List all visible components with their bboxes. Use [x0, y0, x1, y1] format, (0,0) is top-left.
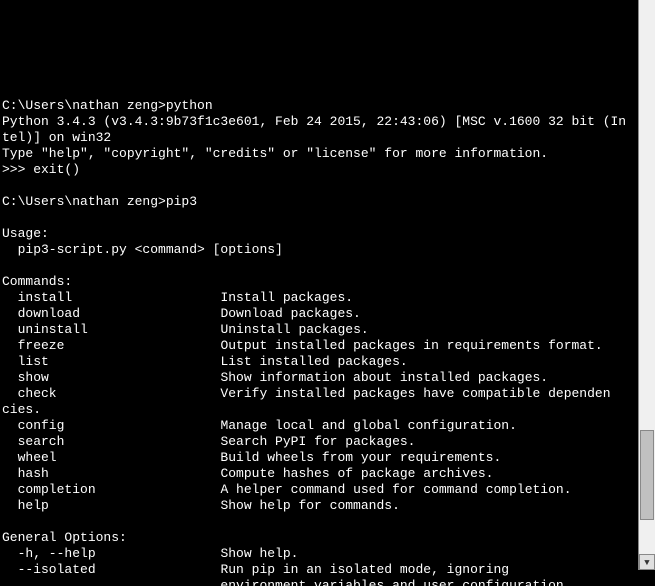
terminal-output[interactable]: C:\Users\nathan zeng>python Python 3.4.3…: [0, 80, 655, 586]
cmd-wheel: wheel Build wheels from your requirement…: [2, 450, 501, 465]
usage-line: pip3-script.py <command> [options]: [2, 242, 283, 257]
cmd-freeze: freeze Output installed packages in requ…: [2, 338, 603, 353]
cmd-check-wrap: cies.: [2, 402, 41, 417]
cmd-completion: completion A helper command used for com…: [2, 482, 572, 497]
cmd-uninstall: uninstall Uninstall packages.: [2, 322, 369, 337]
opt-isolated-wrap: environment variables and user configura…: [2, 578, 572, 586]
scrollbar[interactable]: ▼: [638, 0, 655, 570]
cmd-list: list List installed packages.: [2, 354, 408, 369]
scroll-down-icon[interactable]: ▼: [639, 554, 655, 570]
cmd-config: config Manage local and global configura…: [2, 418, 517, 433]
python-help-line: Type "help", "copyright", "credits" or "…: [2, 146, 548, 161]
scrollbar-thumb[interactable]: [640, 430, 654, 520]
cmd-download: download Download packages.: [2, 306, 361, 321]
general-options-header: General Options:: [2, 530, 127, 545]
cmd-hash: hash Compute hashes of package archives.: [2, 466, 494, 481]
usage-header: Usage:: [2, 226, 49, 241]
cmd-help: help Show help for commands.: [2, 498, 400, 513]
opt-help: -h, --help Show help.: [2, 546, 298, 561]
cmd-check: check Verify installed packages have com…: [2, 386, 611, 401]
cmd-show: show Show information about installed pa…: [2, 370, 548, 385]
cmd-search: search Search PyPI for packages.: [2, 434, 415, 449]
python-version-1: Python 3.4.3 (v3.4.3:9b73f1c3e601, Feb 2…: [2, 114, 626, 129]
commands-header: Commands:: [2, 274, 72, 289]
cmd-install: install Install packages.: [2, 290, 353, 305]
prompt-line-1: C:\Users\nathan zeng>python: [2, 98, 213, 113]
python-version-2: tel)] on win32: [2, 130, 111, 145]
prompt-line-2: C:\Users\nathan zeng>pip3: [2, 194, 197, 209]
python-repl-exit: >>> exit(): [2, 162, 80, 177]
